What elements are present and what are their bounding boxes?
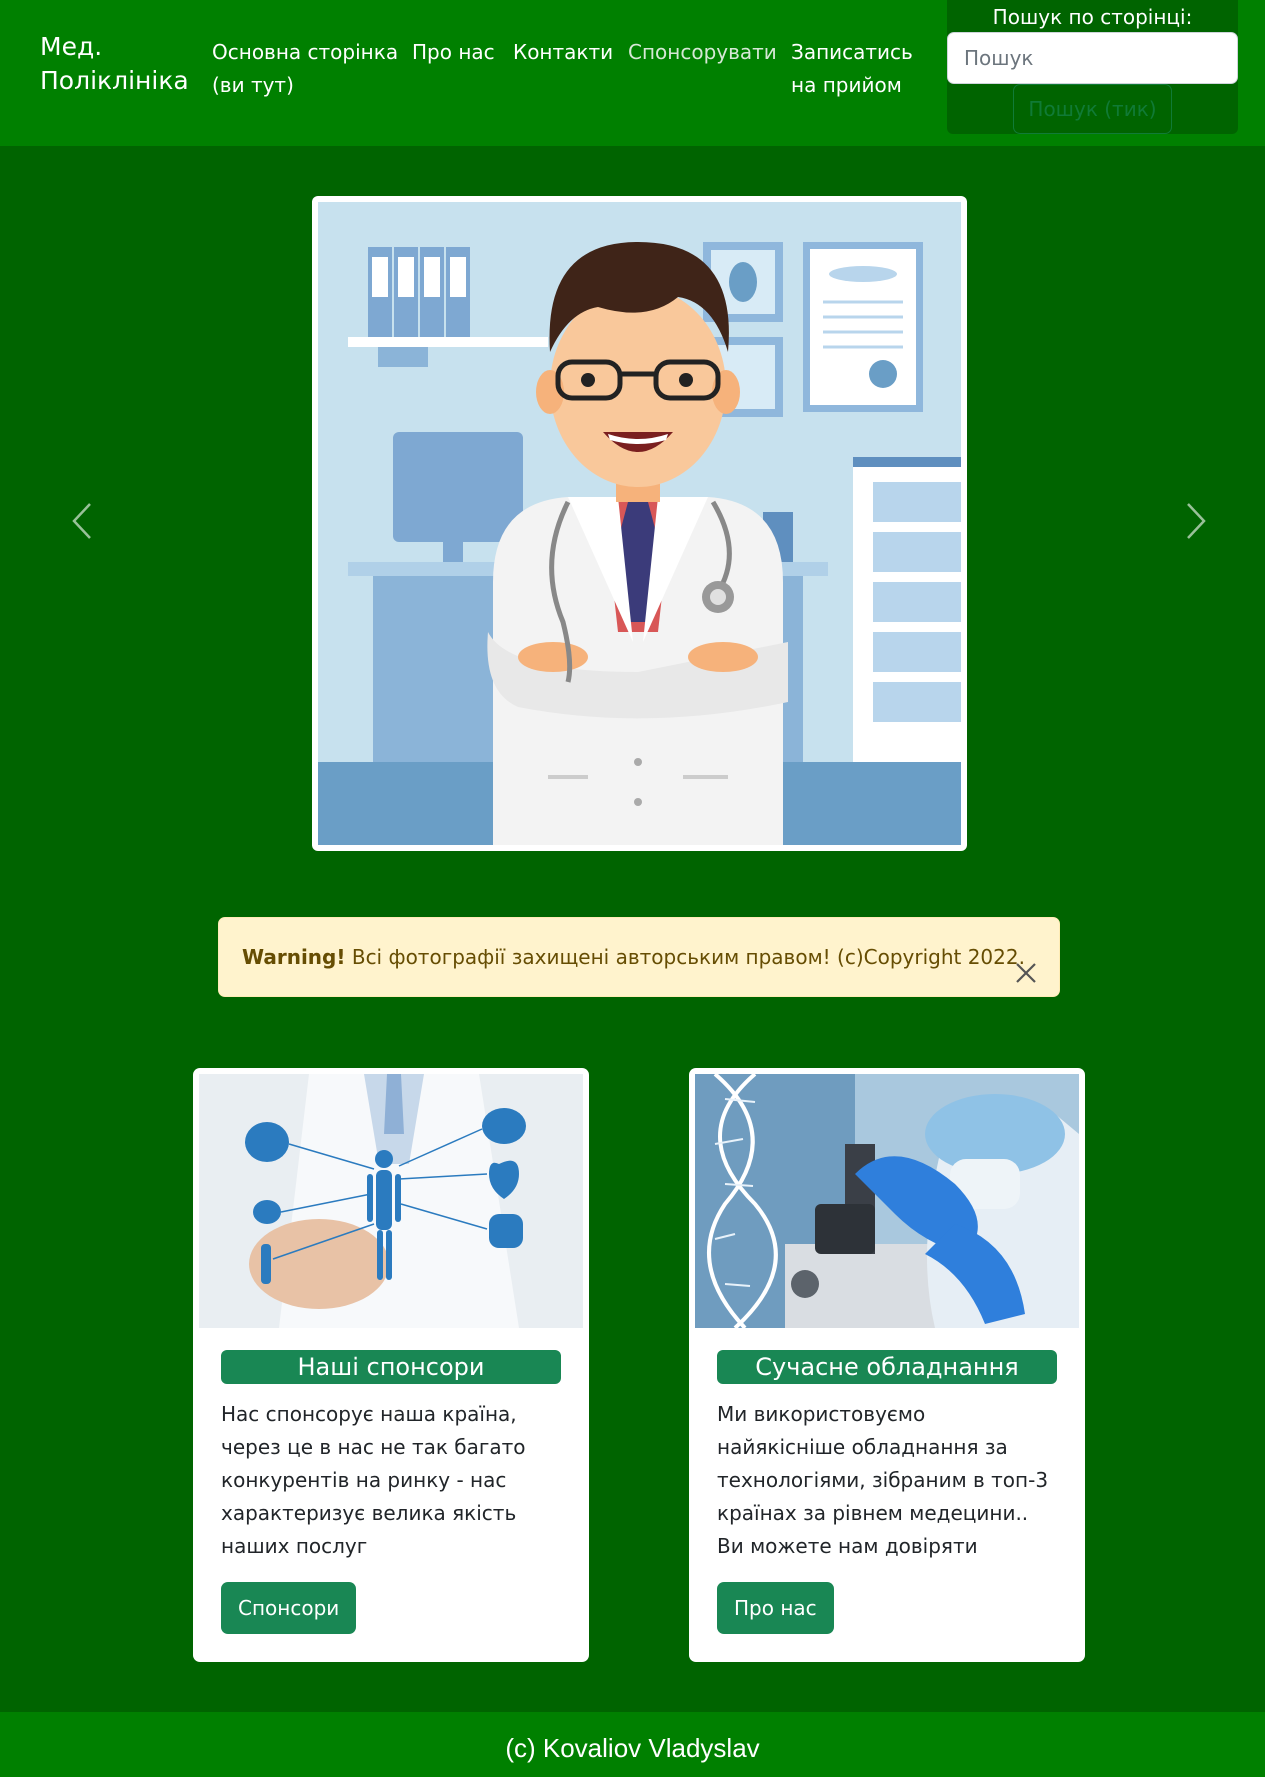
navbar: Мед. Поліклініка Основна сторінка (ви ту… [0,0,1265,146]
card-text: Нас спонсорує наша країна, через це в на… [221,1402,526,1558]
close-icon [1016,963,1036,983]
brand-logo[interactable]: Мед. Поліклініка [40,30,200,98]
carousel-next-button[interactable] [1176,496,1216,546]
doctor-illustration [318,202,961,845]
nav-link-appointment[interactable]: Записатись на прийом [791,36,941,102]
card-title: Наші спонсори [221,1350,561,1384]
search-title: Пошук по сторінці: [992,5,1193,29]
card-sponsors: Наші спонсори Нас спонсорує наша країна,… [193,1068,589,1662]
alert-strong: Warning! [242,945,346,969]
card-title: Сучасне обладнання [717,1350,1057,1384]
copyright-warning-alert: Warning! Всі фотографії захищені авторсь… [218,917,1060,997]
nav-link-sponsor[interactable]: Спонсорувати [628,36,777,69]
search-panel: Пошук по сторінці: Пошук (тик) [947,0,1238,134]
medical-anatomy-image [199,1074,583,1328]
alert-close-button[interactable] [1011,942,1041,983]
alert-text: Всі фотографії захищені авторським право… [345,945,1025,969]
chevron-right-icon [1187,503,1206,539]
nav-link-about[interactable]: Про нас [412,36,495,69]
laboratory-microscope-image [695,1074,1079,1328]
footer-copyright: (c) Kovaliov Vladyslav [505,1733,760,1763]
search-button[interactable]: Пошук (тик) [1013,84,1172,134]
sponsors-button[interactable]: Спонсори [221,1582,357,1634]
footer: (c) Kovaliov Vladyslav [0,1712,1265,1777]
nav-link-contacts[interactable]: Контакти [513,36,613,69]
about-us-button[interactable]: Про нас [717,1582,834,1634]
chevron-left-icon [72,503,91,539]
search-input[interactable] [947,32,1238,84]
image-carousel [0,146,1265,901]
card-text: Ми використовуємо найякісніше обладнання… [717,1402,1049,1558]
carousel-slide [312,196,967,851]
carousel-prev-button[interactable] [62,496,102,546]
nav-link-home[interactable]: Основна сторінка (ви тут) [212,36,402,102]
card-equipment: Сучасне обладнання Ми використовуємо най… [689,1068,1085,1662]
